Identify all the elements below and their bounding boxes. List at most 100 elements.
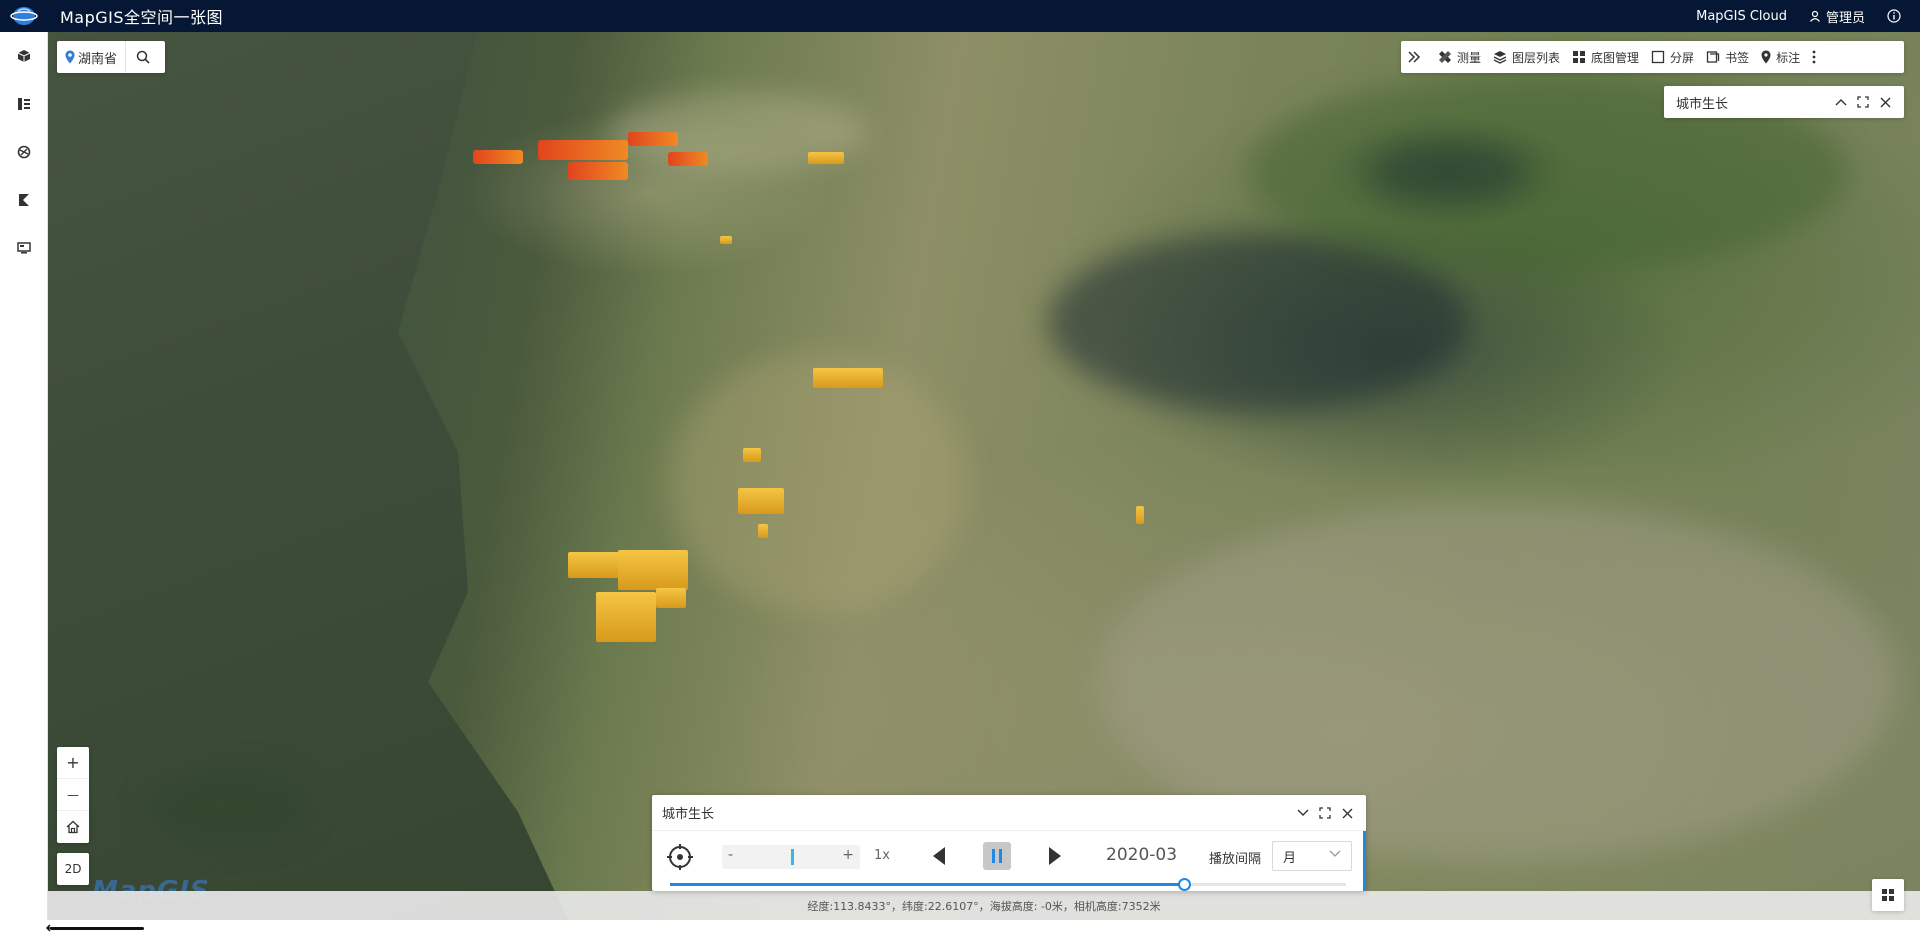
timeline-progress-knob[interactable] xyxy=(1177,878,1191,891)
toolbar-layer-list[interactable]: 图层列表 xyxy=(1487,41,1566,73)
pin-icon xyxy=(1761,50,1771,64)
city-growth-panel-title: 城市生长 xyxy=(1676,96,1729,112)
growth-building xyxy=(596,592,656,642)
city-growth-panel-header: 城市生长 xyxy=(1664,86,1904,118)
timeline-title: 城市生长 xyxy=(662,807,715,822)
lake-water-area xyxy=(48,32,568,920)
toolbar-measure-label: 测量 xyxy=(1457,50,1482,65)
app-title: MapGIS全空间一张图 xyxy=(60,8,224,27)
speed-increase-button[interactable]: + xyxy=(842,847,854,863)
rail-item-data-catalog[interactable] xyxy=(0,80,48,128)
monitor-icon xyxy=(17,242,31,254)
rail-item-scene[interactable] xyxy=(0,176,48,224)
chevron-up-icon xyxy=(1835,99,1847,106)
search-icon xyxy=(136,50,150,64)
panel-close-button[interactable] xyxy=(1874,91,1896,113)
map-toolbar: 测量 图层列表 底图管理 分屏 书签 标注 xyxy=(1401,41,1904,73)
timeline-close-button[interactable] xyxy=(1336,802,1358,824)
horizontal-scrollbar[interactable] xyxy=(0,920,1920,937)
expand-icon xyxy=(1319,807,1331,819)
close-icon xyxy=(1342,808,1352,818)
map-terrain-shade xyxy=(148,772,308,842)
square-icon xyxy=(1651,50,1665,64)
growth-building xyxy=(808,152,844,164)
cube-icon xyxy=(17,50,31,62)
timeline-collapse-button[interactable] xyxy=(1292,802,1314,824)
flag-icon xyxy=(19,194,29,206)
speed-decrease-button[interactable]: - xyxy=(728,847,733,863)
speed-value: 1x xyxy=(874,848,890,863)
toolbar-bookmark[interactable]: 书签 xyxy=(1700,41,1755,73)
region-label: 湖南省 xyxy=(78,51,118,67)
scrollbar-thumb[interactable] xyxy=(50,927,144,930)
previous-step-button[interactable] xyxy=(932,846,946,869)
growth-building xyxy=(743,448,761,462)
toolbar-measure[interactable]: 测量 xyxy=(1432,41,1487,73)
user-label: 管理员 xyxy=(1825,10,1865,26)
region-search-box: 湖南省 xyxy=(57,41,165,73)
growth-building xyxy=(720,236,732,244)
expand-icon xyxy=(1857,96,1869,108)
interval-select[interactable]: 月 xyxy=(1272,841,1352,871)
user-menu[interactable]: 管理员 xyxy=(1809,7,1865,26)
toolbar-split-screen-label: 分屏 xyxy=(1670,50,1695,65)
rail-item-3d-model[interactable] xyxy=(0,32,48,80)
layout-grid-button[interactable] xyxy=(1872,879,1904,911)
cloud-label: MapGIS Cloud xyxy=(1696,8,1787,24)
region-selector[interactable]: 湖南省 xyxy=(57,41,127,73)
toolbar-basemap[interactable]: 底图管理 xyxy=(1566,41,1645,73)
triangle-left-icon xyxy=(933,847,945,865)
grid-icon xyxy=(1882,889,1894,901)
search-button[interactable] xyxy=(126,41,160,73)
playback-speed-slider[interactable]: - + xyxy=(722,845,860,869)
toolbar-layer-list-label: 图层列表 xyxy=(1512,50,1561,65)
zoom-in-button[interactable]: + xyxy=(57,747,89,779)
speed-slider-thumb[interactable] xyxy=(791,849,794,865)
toolbar-split-screen[interactable]: 分屏 xyxy=(1645,41,1700,73)
cloud-link[interactable]: MapGIS Cloud xyxy=(1696,9,1787,24)
toolbar-bookmark-label: 书签 xyxy=(1725,50,1750,65)
growth-hotspot xyxy=(473,150,523,164)
view-2d-label: 2D xyxy=(64,862,82,876)
panel-controls xyxy=(1830,86,1896,118)
rail-item-analysis[interactable] xyxy=(0,128,48,176)
map-terrain-shade xyxy=(668,352,968,612)
city-growth-timeline-panel: 城市生长 - + 1x 2020-03 播放间隔 月 xyxy=(652,795,1366,891)
toolbar-more-button[interactable] xyxy=(1806,41,1827,73)
rail-item-display[interactable] xyxy=(0,224,48,272)
next-step-button[interactable] xyxy=(1048,846,1062,869)
ruler-icon xyxy=(1439,51,1451,63)
bookmark-icon xyxy=(1706,51,1720,63)
timeline-fullscreen-button[interactable] xyxy=(1314,802,1336,824)
locate-button[interactable] xyxy=(666,843,694,871)
pause-icon xyxy=(992,849,1002,863)
map-3d-view[interactable] xyxy=(48,32,1920,920)
info-icon xyxy=(1887,9,1901,23)
toolbar-collapse-button[interactable] xyxy=(1401,41,1432,73)
more-vertical-icon xyxy=(1812,50,1816,64)
zoom-in-label: + xyxy=(66,753,80,772)
growth-building xyxy=(813,368,883,388)
zoom-out-button[interactable]: — xyxy=(57,779,89,811)
pause-button[interactable] xyxy=(983,842,1011,870)
double-chevron-right-icon xyxy=(1408,51,1421,63)
timeline-progress-track[interactable] xyxy=(670,878,1346,891)
toolbar-annotate[interactable]: 标注 xyxy=(1755,41,1806,73)
location-pin-icon xyxy=(65,50,75,64)
timeline-header-controls xyxy=(1292,795,1358,831)
interval-select-value: 月 xyxy=(1283,850,1297,866)
growth-building xyxy=(618,550,688,590)
panel-collapse-button[interactable] xyxy=(1830,91,1852,113)
growth-building xyxy=(758,524,768,538)
home-button[interactable] xyxy=(57,811,89,843)
layers-icon xyxy=(1493,51,1507,64)
growth-building xyxy=(656,588,686,608)
info-button[interactable] xyxy=(1887,9,1906,23)
view-2d-button[interactable]: 2D xyxy=(57,853,89,885)
top-bar: MapGIS全空间一张图 MapGIS Cloud 管理员 xyxy=(0,0,1920,32)
grid-icon xyxy=(1573,51,1586,63)
triangle-right-icon xyxy=(1049,847,1061,865)
growth-hotspot xyxy=(628,132,678,146)
panel-fullscreen-button[interactable] xyxy=(1852,91,1874,113)
growth-hotspot xyxy=(538,140,628,160)
